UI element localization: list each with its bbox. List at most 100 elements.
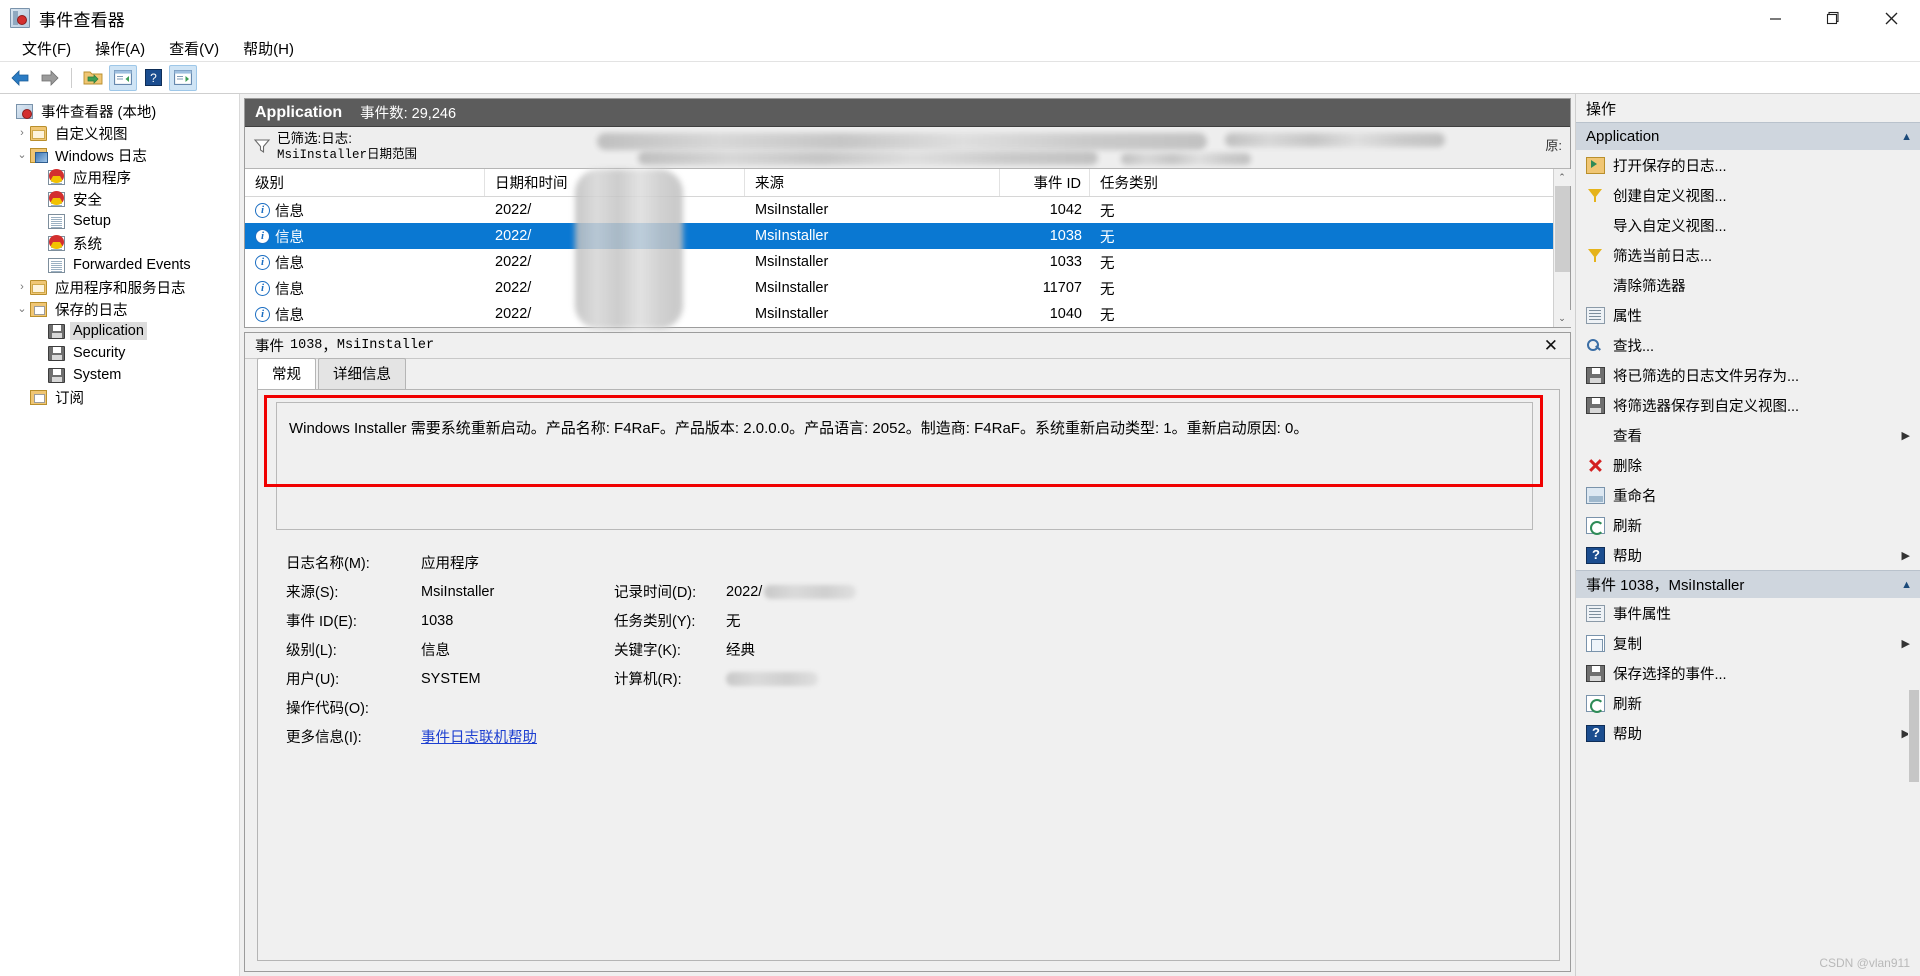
submenu-arrow-icon[interactable]: ▶ <box>1902 549 1910 562</box>
sidebar-item-setup-log[interactable]: Setup <box>0 210 239 232</box>
table-row[interactable]: i 信息 2022/ MsiInstaller 1038 无 <box>245 223 1553 249</box>
action-open-saved-log[interactable]: 打开保存的日志... <box>1576 150 1920 180</box>
column-header-level[interactable]: 级别 <box>245 169 485 196</box>
action-copy[interactable]: 复制 ▶ <box>1576 628 1920 658</box>
column-header-event-id[interactable]: 事件 ID <box>1000 169 1090 196</box>
menu-file[interactable]: 文件(F) <box>10 36 83 61</box>
find-icon <box>1586 337 1605 354</box>
action-save-selected-events[interactable]: 保存选择的事件... <box>1576 658 1920 688</box>
submenu-arrow-icon[interactable]: ▶ <box>1902 429 1910 442</box>
sidebar-item-saved-security[interactable]: Security <box>0 342 239 364</box>
column-header-source[interactable]: 来源 <box>745 169 1000 196</box>
console-tree[interactable]: 事件查看器 (本地) › 自定义视图 ⌄ Windows 日志 应用程序 安全 <box>0 94 240 976</box>
action-find[interactable]: 查找... <box>1576 330 1920 360</box>
filter-bar[interactable]: 已筛选:日志: MsiInstaller日期范围 原: <box>245 127 1570 169</box>
forward-arrow-icon[interactable] <box>36 65 64 91</box>
information-icon: i <box>255 280 270 296</box>
action-filter-current-log[interactable]: 筛选当前日志... <box>1576 240 1920 270</box>
sidebar-item-saved-application[interactable]: Application <box>0 320 239 342</box>
chevron-right-icon[interactable]: › <box>14 127 30 139</box>
sidebar-label: 应用程序和服务日志 <box>55 280 186 297</box>
cell-event-id: 1038 <box>1049 228 1082 244</box>
sidebar-label: 保存的日志 <box>55 302 128 319</box>
actions-scrollbar[interactable] <box>1908 688 1920 976</box>
chevron-down-icon[interactable]: ⌄ <box>14 303 30 315</box>
action-refresh[interactable]: 刷新 <box>1576 510 1920 540</box>
action-delete[interactable]: 删除 <box>1576 450 1920 480</box>
sidebar-item-saved-logs[interactable]: ⌄ 保存的日志 <box>0 298 239 320</box>
column-header-task-category[interactable]: 任务类别 <box>1090 169 1553 196</box>
filter-text: 已筛选:日志: MsiInstaller日期范围 <box>277 131 417 163</box>
disk-icon <box>48 367 65 383</box>
sidebar-item-subscriptions[interactable]: 订阅 <box>0 386 239 408</box>
sidebar-item-security-log[interactable]: 安全 <box>0 188 239 210</box>
tree-root-label: 事件查看器 (本地) <box>41 104 157 121</box>
cell-event-id: 1033 <box>1049 254 1082 270</box>
close-icon[interactable]: ✕ <box>1538 337 1564 354</box>
scroll-thumb[interactable] <box>1909 690 1919 782</box>
open-folder-icon[interactable] <box>79 65 107 91</box>
sidebar-item-apps-services-logs[interactable]: › 应用程序和服务日志 <box>0 276 239 298</box>
actions-group-event[interactable]: 事件 1038，MsiInstaller ▲ <box>1576 570 1920 598</box>
close-button[interactable] <box>1862 0 1920 36</box>
chevron-up-icon[interactable]: ▲ <box>1901 579 1912 591</box>
detail-tabs: 常规 详细信息 <box>245 358 1570 389</box>
table-row[interactable]: i 信息 2022/ MsiInstaller 11707 无 <box>245 275 1553 301</box>
sidebar-item-forwarded-events[interactable]: Forwarded Events <box>0 254 239 276</box>
question-icon[interactable]: ? <box>139 65 167 91</box>
scroll-down-icon[interactable]: ⌄ <box>1553 310 1571 327</box>
toolbar-separator <box>71 67 72 88</box>
toolbar: ? <box>0 62 1920 94</box>
event-list-scrollbar[interactable]: ⌃ ⌄ <box>1553 169 1571 327</box>
event-fields: 日志名称(M): 应用程序 来源(S): MsiInstaller 事件 ID(… <box>286 548 1559 751</box>
tab-details[interactable]: 详细信息 <box>318 358 406 389</box>
action-help[interactable]: 帮助 ▶ <box>1576 540 1920 570</box>
action-save-filtered-log-as[interactable]: 将已筛选的日志文件另存为... <box>1576 360 1920 390</box>
sidebar-item-windows-logs[interactable]: ⌄ Windows 日志 <box>0 144 239 166</box>
chevron-right-icon[interactable]: › <box>14 281 30 293</box>
table-row[interactable]: i 信息 2022/ MsiInstaller 1042 无 <box>245 197 1553 223</box>
action-pane-icon[interactable] <box>169 64 197 91</box>
action-create-custom-view[interactable]: 创建自定义视图... <box>1576 180 1920 210</box>
field-log-name: 日志名称(M): 应用程序 <box>286 548 586 577</box>
save-icon <box>1586 396 1605 414</box>
menu-view[interactable]: 查看(V) <box>157 36 231 61</box>
sidebar-item-system-log[interactable]: 系统 <box>0 232 239 254</box>
sidebar-item-application-log[interactable]: 应用程序 <box>0 166 239 188</box>
detail-title-sep: ， <box>322 339 337 355</box>
field-value: MsiInstaller <box>421 583 495 600</box>
scroll-up-icon[interactable]: ⌃ <box>1553 169 1571 186</box>
menu-help[interactable]: 帮助(H) <box>231 36 306 61</box>
sidebar-item-custom-views[interactable]: › 自定义视图 <box>0 122 239 144</box>
console-tree-icon[interactable] <box>109 64 137 91</box>
event-log-online-help-link[interactable]: 事件日志联机帮助 <box>421 726 537 747</box>
back-arrow-icon[interactable] <box>6 65 34 91</box>
action-clear-filter[interactable]: 清除筛选器 <box>1576 270 1920 300</box>
field-value: 应用程序 <box>421 556 479 572</box>
maximize-button[interactable] <box>1804 0 1862 36</box>
chevron-up-icon[interactable]: ▲ <box>1901 131 1912 143</box>
table-row[interactable]: i 信息 2022/ MsiInstaller 1040 无 <box>245 301 1553 327</box>
menu-action[interactable]: 操作(A) <box>83 36 157 61</box>
sidebar-label: 系统 <box>73 236 102 253</box>
action-save-filter-to-custom-view[interactable]: 将筛选器保存到自定义视图... <box>1576 390 1920 420</box>
window-title: 事件查看器 <box>39 10 125 30</box>
action-view[interactable]: 查看 ▶ <box>1576 420 1920 450</box>
tab-general[interactable]: 常规 <box>257 358 316 389</box>
table-row[interactable]: i 信息 2022/ MsiInstaller 1033 无 <box>245 249 1553 275</box>
scroll-thumb[interactable] <box>1554 186 1570 272</box>
sidebar-item-saved-system[interactable]: System <box>0 364 239 386</box>
tree-root-event-viewer[interactable]: 事件查看器 (本地) <box>0 100 239 122</box>
action-help-event[interactable]: 帮助 ▶ <box>1576 718 1920 748</box>
actions-group-application[interactable]: Application ▲ <box>1576 122 1920 150</box>
action-rename[interactable]: 重命名 <box>1576 480 1920 510</box>
center-pane: Application 事件数: 29,246 已筛选:日志: MsiInsta… <box>240 94 1575 976</box>
action-event-properties[interactable]: 事件属性 <box>1576 598 1920 628</box>
action-refresh-event[interactable]: 刷新 <box>1576 688 1920 718</box>
actions-pane: 操作 Application ▲ 打开保存的日志... 创建自定义视图... 导… <box>1575 94 1920 976</box>
action-import-custom-view[interactable]: 导入自定义视图... <box>1576 210 1920 240</box>
action-properties[interactable]: 属性 <box>1576 300 1920 330</box>
submenu-arrow-icon[interactable]: ▶ <box>1902 637 1910 650</box>
chevron-down-icon[interactable]: ⌄ <box>14 149 30 161</box>
minimize-button[interactable] <box>1746 0 1804 36</box>
